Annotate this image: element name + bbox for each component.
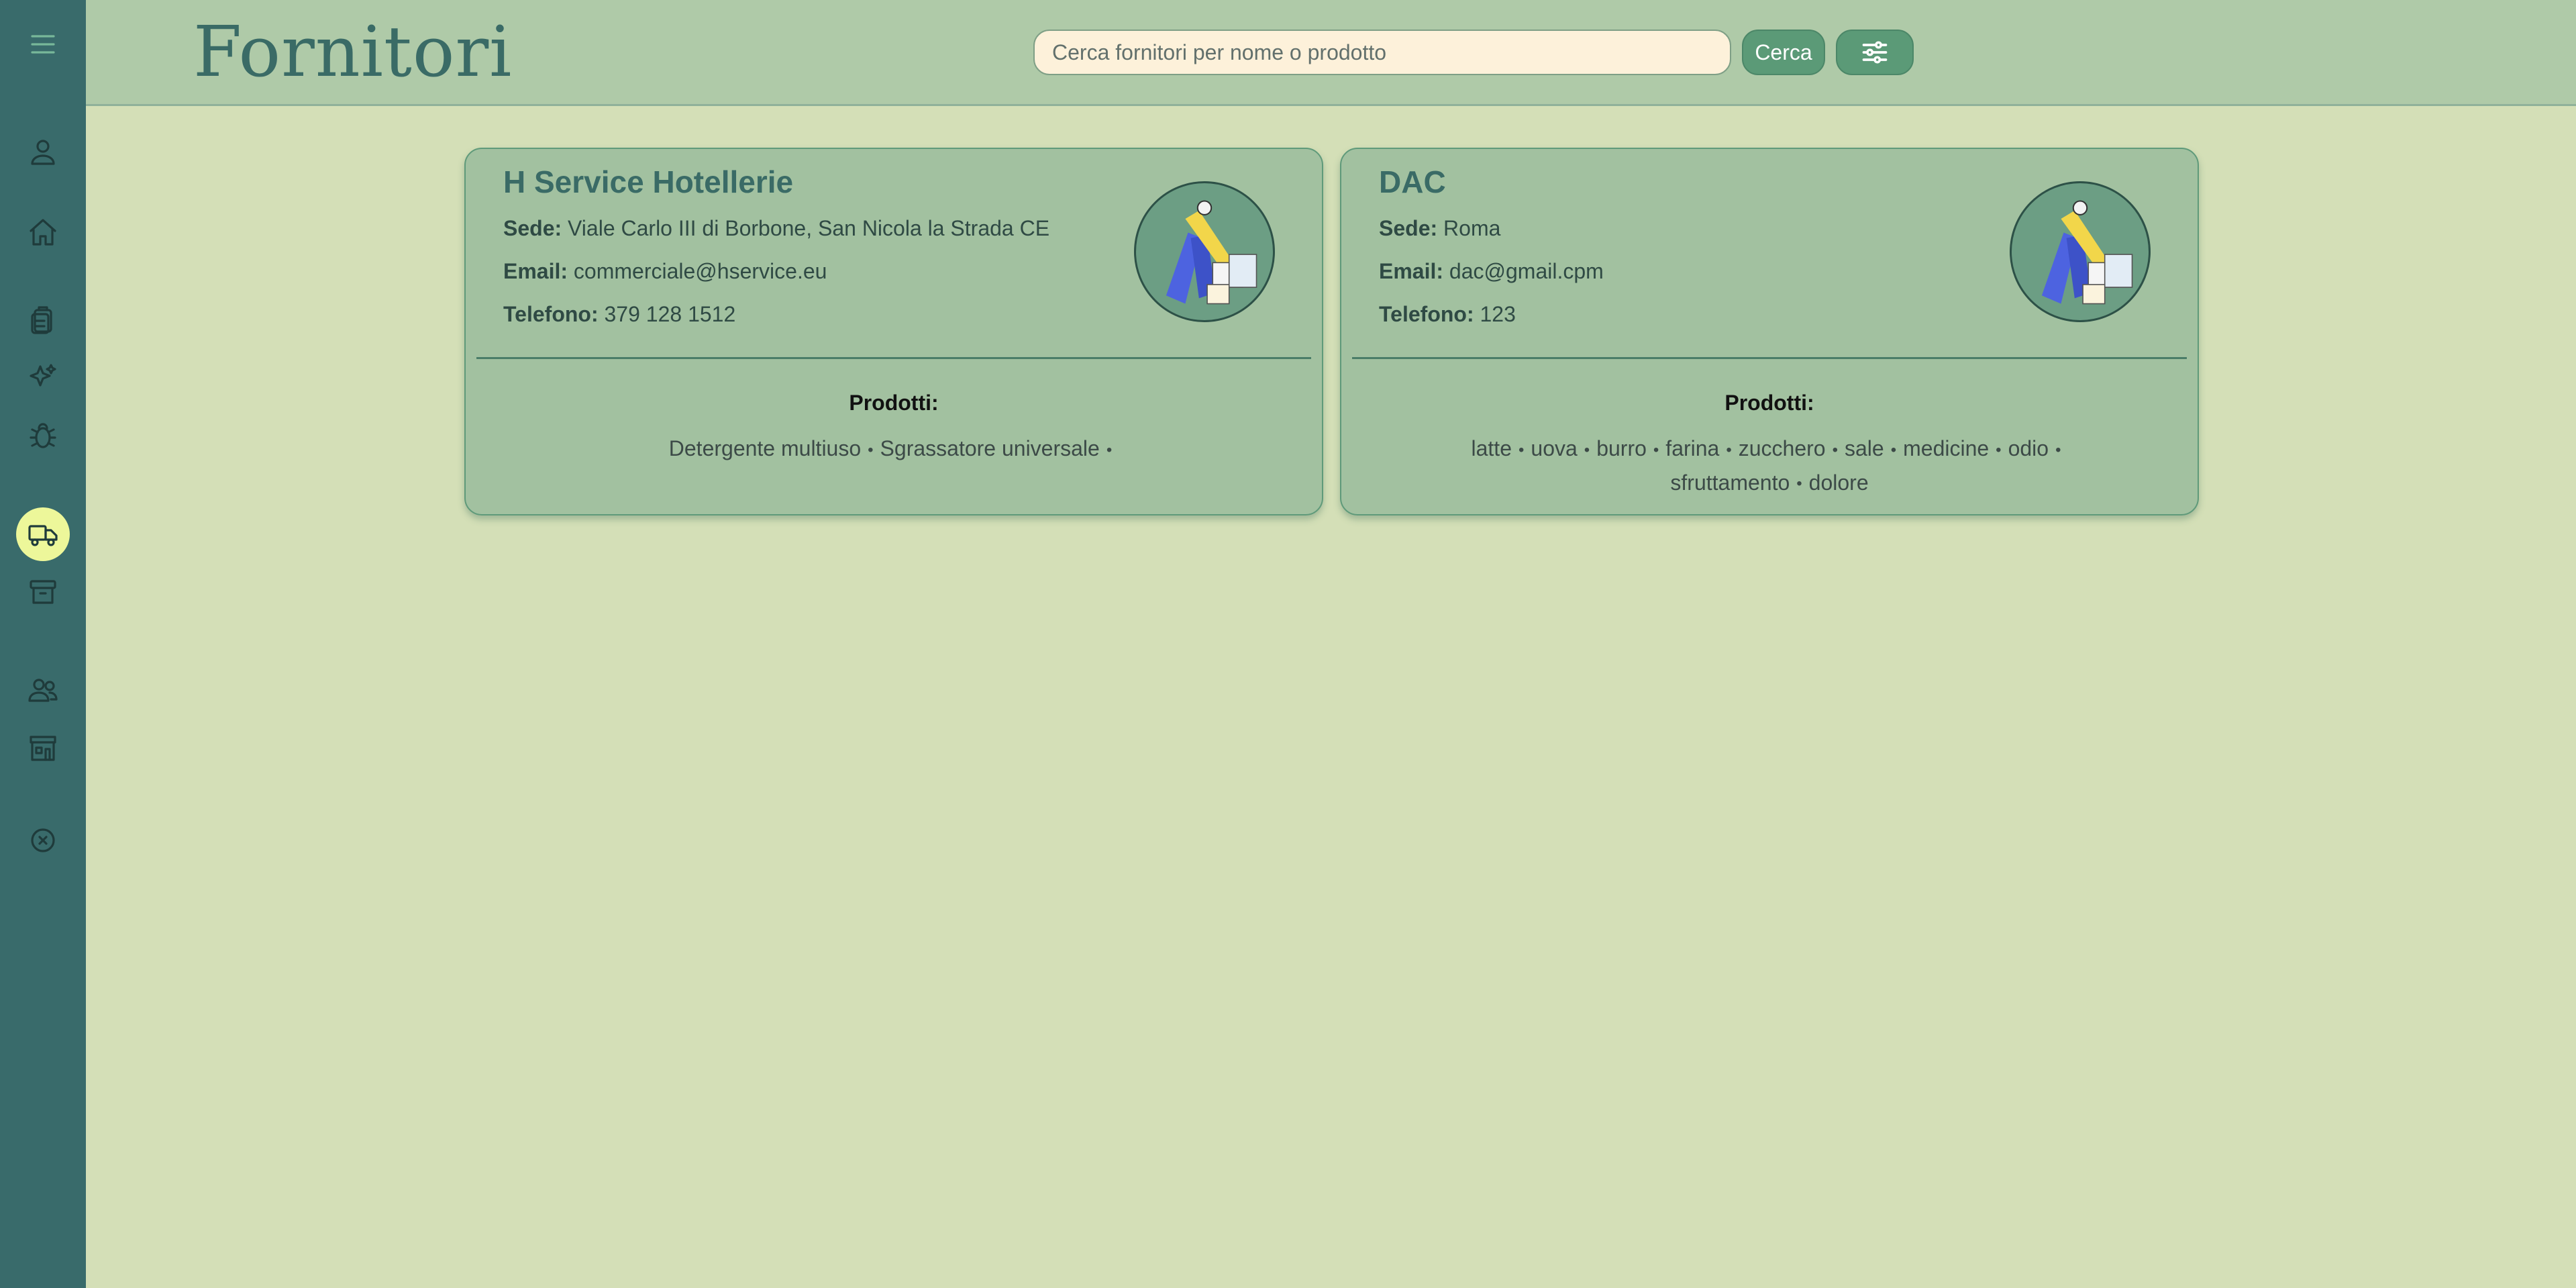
supplier-email: Email: dac@gmail.cpm <box>1379 259 1604 283</box>
product-item: uova <box>1531 436 1578 460</box>
products-list: latte • uova • burro • farina • zucchero • sale • me… <box>1435 432 2104 500</box>
products-list: Detergente multiuso • Sgrassatore universa… <box>560 432 1228 466</box>
user-icon <box>31 140 55 165</box>
card-divider <box>476 357 1311 359</box>
card-divider <box>1352 357 2187 359</box>
supplier-card[interactable]: DAC Sede: Roma Email: dac@gmail.cpm Tele… <box>1340 148 2199 515</box>
products-heading: Prodotti: <box>849 391 939 415</box>
sidebar-item-ai[interactable] <box>16 350 70 404</box>
truck-icon <box>28 525 58 546</box>
supplier-avatar <box>1134 181 1275 322</box>
home-icon <box>30 219 56 246</box>
search-button[interactable]: Cerca <box>1742 30 1825 75</box>
bug-icon <box>30 423 56 448</box>
products-heading: Prodotti: <box>1724 391 1814 415</box>
product-item: sale <box>1845 436 1884 460</box>
supplier-address: Sede: Viale Carlo III di Borbone, San Ni… <box>503 216 1050 240</box>
page-title: Fornitori <box>193 11 513 93</box>
sidebar-item-staff[interactable] <box>16 663 70 717</box>
archive-icon <box>30 580 56 604</box>
store-icon <box>30 736 56 761</box>
product-item: Detergente multiuso <box>668 436 862 460</box>
clipboard-icon <box>31 306 52 334</box>
users-icon <box>28 679 58 702</box>
supplier-phone: Telefono: 123 <box>1379 302 1516 326</box>
sidebar-item-logout[interactable] <box>16 813 70 867</box>
supplier-address: Sede: Roma <box>1379 216 1501 240</box>
sidebar-item-orders[interactable] <box>16 293 70 346</box>
supplier-name: DAC <box>1379 164 1446 199</box>
product-item: farina <box>1665 436 1720 460</box>
top-bar: Fornitori Cerca <box>86 0 2576 106</box>
sidebar-item-stores[interactable] <box>16 721 70 775</box>
product-item: latte <box>1471 436 1512 460</box>
product-item: dolore <box>1808 470 1869 495</box>
supplier-email: Email: commerciale@hservice.eu <box>503 259 827 283</box>
supplier-card[interactable]: H Service Hotellerie Sede: Viale Carlo I… <box>464 148 1323 515</box>
delivery-person-illustration <box>2041 200 2133 305</box>
supplier-phone: Telefono: 379 128 1512 <box>503 302 736 326</box>
delivery-person-illustration <box>1166 200 1257 305</box>
sidebar-item-archive[interactable] <box>16 565 70 619</box>
product-item: Sgrassatore universale <box>880 436 1100 460</box>
sparkles-icon <box>30 364 56 387</box>
product-item: sfruttamento <box>1670 470 1790 495</box>
product-item: burro <box>1596 436 1647 460</box>
menu-icon <box>31 35 55 54</box>
sliders-icon <box>1862 41 1888 64</box>
sidebar-item-issues[interactable] <box>16 409 70 463</box>
sidebar-item-profile[interactable] <box>16 125 70 179</box>
menu-button[interactable] <box>16 17 70 71</box>
products-line: sfruttamento • dolore <box>1670 470 1869 495</box>
supplier-avatar <box>2010 181 2151 322</box>
sidebar-item-suppliers[interactable] <box>16 507 70 561</box>
filter-button[interactable] <box>1836 30 1914 75</box>
product-item: medicine <box>1903 436 1990 460</box>
products-line: Detergente multiuso • Sgrassatore universa… <box>668 436 1113 460</box>
close-circle-icon <box>31 828 55 852</box>
product-item: odio <box>2008 436 2049 460</box>
sidebar-item-home[interactable] <box>16 205 70 259</box>
search-input[interactable] <box>1033 30 1731 75</box>
products-line: latte • uova • burro • farina • zucchero • sale • me… <box>1471 436 2061 460</box>
product-item: zucchero <box>1738 436 1826 460</box>
sidebar <box>0 0 86 1288</box>
supplier-name: H Service Hotellerie <box>503 164 794 199</box>
